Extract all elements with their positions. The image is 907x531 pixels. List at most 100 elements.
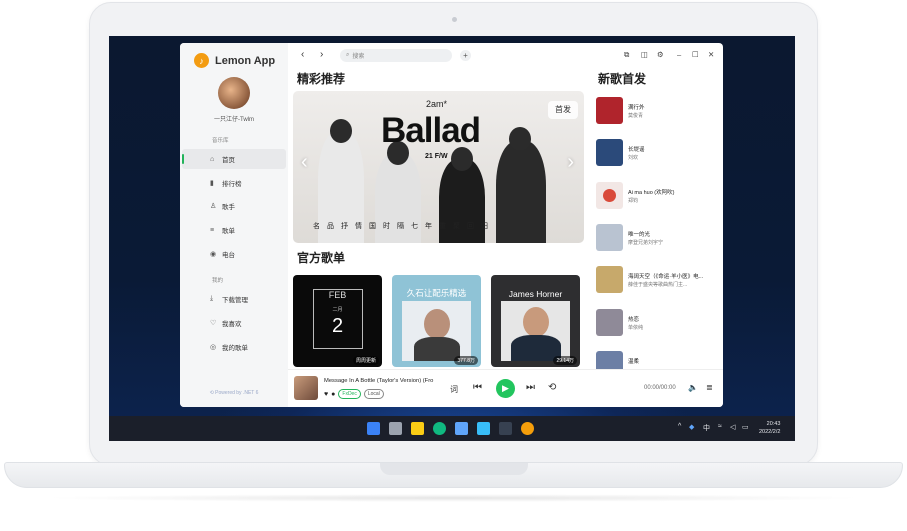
song-cover [596,351,623,369]
more-icon[interactable]: ● [331,391,335,398]
forward-arrow-icon[interactable]: › [320,49,323,60]
start-icon[interactable] [367,422,380,435]
windows-taskbar: ^ ◆ 中 ≈ ◁ ▭ 20:43 2022/2/2 [109,416,795,441]
download-icon: ⤓ [210,295,214,302]
task-view-icon[interactable] [389,422,402,435]
search-icon: ⌕ [346,52,350,58]
now-playing-meta: ♥ ● FxDec Local [324,389,384,399]
security-icon[interactable]: ◆ [689,423,694,431]
banner-title: Ballad [381,111,481,150]
skin-icon[interactable]: ◫ [641,50,648,59]
close-icon[interactable]: ✕ [708,50,714,59]
home-icon: ⌂ [210,155,215,163]
song-artist: 摩登兄弟刘宇宁 [628,240,664,246]
previous-icon[interactable]: ⏮ [473,382,482,393]
maximize-icon[interactable]: ☐ [692,50,699,59]
repeat-icon[interactable]: ⟲ [548,382,556,393]
next-icon[interactable]: ⏭ [526,382,535,393]
list-item[interactable]: 长堤谣 刘欢 [596,139,716,171]
speaker-icon[interactable]: ◁ [730,423,735,431]
banner-caption: 名品抒情国时隔七年重聚回归 [313,223,495,230]
banner-prev-icon[interactable]: ‹ [301,151,308,174]
sidebar-item-favorites[interactable]: ♡ 我喜欢 [182,313,286,333]
edge-icon[interactable] [433,422,446,435]
new-songs-title: 新歌首发 [598,72,647,86]
file-explorer-icon[interactable] [411,422,424,435]
heart-icon [603,189,616,202]
song-title: 热恋 [628,317,640,323]
laptop-shadow [40,494,867,502]
clock[interactable]: 20:43 2022/2/2 [759,420,780,436]
list-item[interactable]: Ai ma huo (欢阿吹) 郑钧 [596,182,716,214]
playlist-card[interactable]: FEB 二月 2 周周更新 [293,275,382,367]
playback-time: 00:00/00:00 [644,385,676,391]
lemon-app-taskbar-icon[interactable] [521,422,534,435]
lyrics-button[interactable]: 词 [450,384,458,395]
song-cover [596,97,623,124]
avatar[interactable] [218,77,250,109]
music-section-label: 音乐库 [212,138,229,144]
sidebar-item-radio[interactable]: ◉ 电台 [182,244,286,264]
username[interactable]: 一只江仔-Twlm [180,114,288,123]
list-item[interactable]: 满行外 莫俊青 [596,97,716,129]
add-button[interactable]: + [460,50,471,61]
ime-indicator[interactable]: 中 [703,423,710,433]
sidebar-item-singers[interactable]: ♙ 歌手 [182,196,286,216]
featured-banner[interactable]: 2am* Ballad 21 F/W 名品抒情国时隔七年重聚回归 首发 ‹ › [293,91,584,243]
play-count: 29.14万 [553,356,577,365]
store-icon[interactable] [455,422,468,435]
minimize-icon[interactable]: – [677,50,681,59]
song-title: 温柔 [628,359,640,365]
playlist-card[interactable]: James Horner 29.14万 [491,275,580,367]
sidebar-item-charts[interactable]: ▮ 排行榜 [182,173,286,193]
sidebar: ♪ Lemon App 一只江仔-Twlm 音乐库 ⌂ 首页 ▮ 排行榜 ♙ 歌… [180,43,288,407]
mini-mode-icon[interactable]: ⧉ [624,50,629,60]
now-playing-cover[interactable] [294,376,318,400]
playlist-card[interactable]: 久石让配乐精选 377.8万 [392,275,481,367]
queue-icon[interactable]: ≣ [706,383,713,392]
settings-icon[interactable]: ⚙ [657,50,664,59]
player-bar: Message In A Bottle (Taylor's Version) (… [288,369,723,407]
sidebar-item-label: 歌手 [222,204,235,211]
song-artist: 单依纯 [628,325,644,331]
lemon-logo-icon: ♪ [194,53,209,68]
play-button[interactable]: ▶ [496,379,515,398]
sidebar-item-home[interactable]: ⌂ 首页 [182,149,286,169]
back-arrow-icon[interactable]: ‹ [301,49,304,60]
list-item[interactable]: 热恋 单依纯 [596,309,716,341]
terminal-icon[interactable] [499,422,512,435]
sidebar-item-label: 电台 [222,252,235,259]
sidebar-item-label: 首页 [222,157,235,164]
app-icon[interactable] [477,422,490,435]
list-item[interactable]: 唯一的光 摩登兄弟刘宇宁 [596,224,716,256]
banner-next-icon[interactable]: › [567,151,574,174]
heart-icon: ♡ [210,320,217,327]
song-title: 长堤谣 [628,147,645,153]
search-input[interactable]: ⌕ 搜索 [340,49,452,62]
mine-section-label: 我的 [212,278,224,284]
list-item[interactable]: 海阔天空（《命运·羊小医》电... 薛佳于盛央等歌曲热门主... [596,266,716,298]
song-title: 唯一的光 [628,232,651,238]
clock-date: 2022/2/2 [759,429,781,435]
like-icon[interactable]: ♥ [324,391,328,398]
song-artist: 薛佳于盛央等歌曲热门主... [628,282,688,288]
calendar-month-cn: 二月 [332,307,343,313]
tray-chevron-icon[interactable]: ^ [678,423,681,430]
battery-icon[interactable]: ▭ [742,423,749,431]
song-artist: 刘欢 [628,155,639,161]
song-cover [596,309,623,336]
sidebar-item-my-playlists[interactable]: ◎ 我的歌单 [182,337,286,357]
chart-icon: ▮ [210,180,214,187]
song-cover [596,139,623,166]
song-title: 满行外 [628,105,645,111]
volume-icon[interactable]: 🔈 [688,383,698,392]
song-artist: 莫俊青 [628,113,644,119]
wifi-icon[interactable]: ≈ [718,423,722,430]
powered-by-text: Powered by .NET 6 [215,390,259,396]
banner-person-4-head [509,127,531,151]
sidebar-item-playlists[interactable]: ≡ 歌单 [182,220,286,240]
sidebar-item-downloads[interactable]: ⤓ 下载管理 [182,289,286,309]
play-count: 377.8万 [454,356,478,365]
list-item[interactable]: 温柔 [596,351,716,369]
calendar-month: FEB [328,290,347,300]
